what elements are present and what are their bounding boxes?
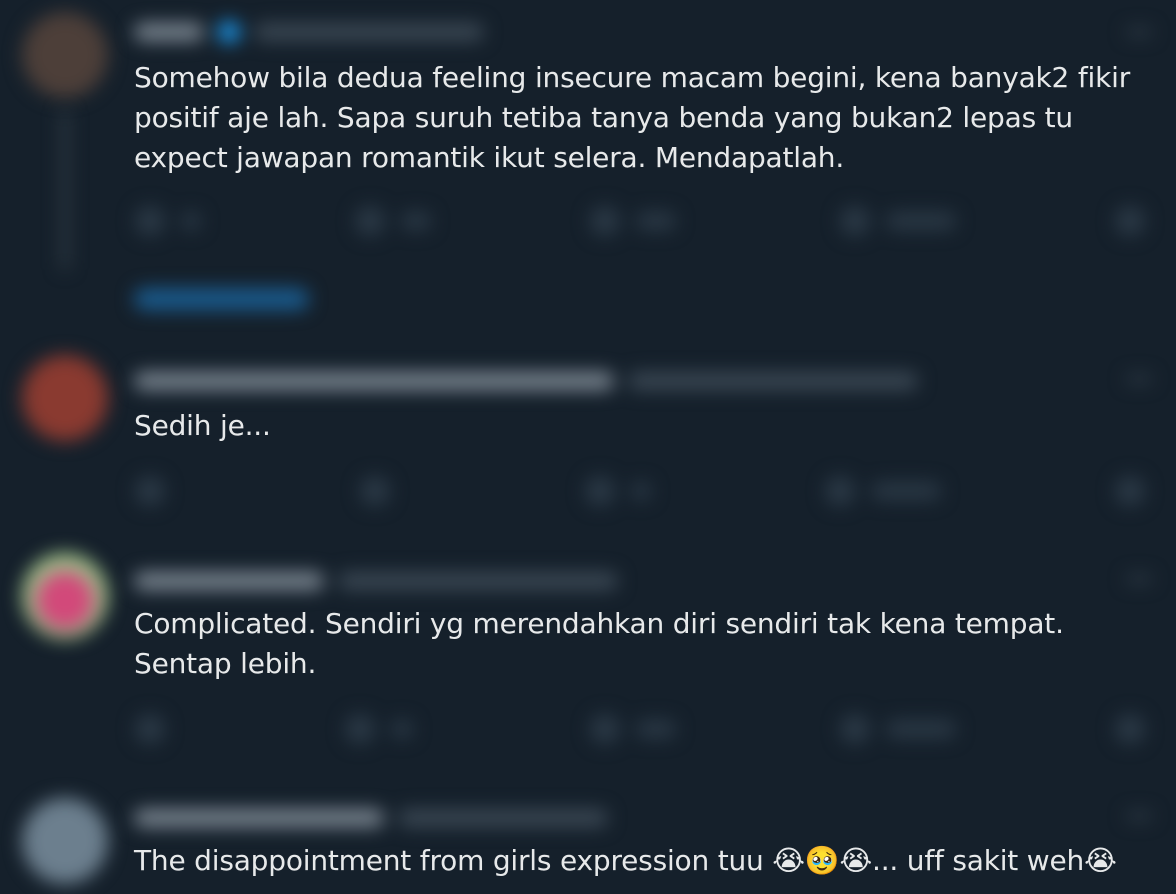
views-action[interactable]	[825, 475, 941, 507]
reply-text-end: ... uff sakit weh	[872, 844, 1085, 877]
reply-header[interactable]	[134, 567, 618, 595]
heart-icon	[585, 476, 615, 506]
display-name[interactable]	[134, 23, 204, 41]
repost-count	[401, 212, 431, 230]
handle-and-time	[628, 372, 918, 390]
views-icon	[840, 714, 870, 744]
share-icon	[1115, 206, 1145, 236]
crying-emoji: 😭	[1084, 844, 1117, 877]
action-bar	[130, 205, 1160, 245]
heart-icon	[590, 206, 620, 236]
views-icon	[825, 476, 855, 506]
share-icon	[1115, 476, 1145, 506]
avatar[interactable]	[22, 798, 108, 884]
more-options-icon[interactable]	[1126, 812, 1152, 820]
avatar[interactable]	[22, 553, 108, 639]
more-options-icon[interactable]	[1126, 28, 1152, 36]
repost-icon	[345, 714, 375, 744]
reply-icon	[135, 476, 165, 506]
thread-line	[62, 110, 68, 270]
like-action[interactable]	[590, 713, 676, 745]
reply-action[interactable]	[135, 475, 165, 507]
crying-emoji-group: 😭🥹😭	[772, 844, 872, 877]
reply-count	[181, 212, 201, 230]
reply-text: Sedih je...	[134, 409, 271, 442]
action-bar	[130, 475, 1160, 515]
like-action[interactable]	[590, 205, 676, 237]
reply-1[interactable]: Somehow bila dedua feeling insecure maca…	[0, 0, 1176, 345]
display-name[interactable]	[134, 372, 614, 390]
repost-action[interactable]	[345, 713, 413, 745]
more-options-icon[interactable]	[1126, 575, 1152, 583]
repost-icon	[355, 206, 385, 236]
reply-text-start: The disappointment from girls expression…	[134, 844, 773, 877]
reply-header[interactable]	[134, 18, 484, 46]
views-icon	[840, 206, 870, 236]
reply-header[interactable]	[134, 804, 608, 832]
repost-count	[391, 720, 413, 738]
views-action[interactable]	[840, 713, 956, 745]
handle-and-time	[338, 572, 618, 590]
show-replies-link[interactable]	[134, 288, 309, 310]
views-action[interactable]	[840, 205, 956, 237]
like-count	[636, 212, 676, 230]
share-action[interactable]	[1115, 205, 1145, 237]
view-count	[886, 720, 956, 738]
handle-and-time	[398, 809, 608, 827]
like-action[interactable]	[585, 475, 651, 507]
action-bar	[130, 713, 1160, 753]
reply-action[interactable]	[135, 713, 165, 745]
like-count	[631, 482, 651, 500]
reply-3[interactable]: Complicated. Sendiri yg merendahkan diri…	[0, 545, 1176, 780]
reply-text: Somehow bila dedua feeling insecure maca…	[134, 61, 1131, 174]
reply-feed: Somehow bila dedua feeling insecure maca…	[0, 0, 1176, 894]
like-count	[636, 720, 676, 738]
reply-icon	[135, 714, 165, 744]
handle-and-time	[254, 23, 484, 41]
share-action[interactable]	[1115, 713, 1145, 745]
repost-action[interactable]	[355, 205, 431, 237]
reply-4[interactable]: The disappointment from girls expression…	[0, 780, 1176, 894]
more-options-icon[interactable]	[1126, 375, 1152, 383]
reply-icon	[135, 206, 165, 236]
avatar[interactable]	[22, 355, 108, 441]
avatar[interactable]	[22, 12, 108, 98]
display-name[interactable]	[134, 572, 324, 590]
reply-2[interactable]: Sedih je...	[0, 345, 1176, 545]
heart-icon	[590, 714, 620, 744]
reply-header[interactable]	[134, 367, 918, 395]
reply-action[interactable]	[135, 205, 201, 237]
repost-action[interactable]	[360, 475, 390, 507]
verified-badge-icon	[218, 21, 240, 43]
share-action[interactable]	[1115, 475, 1145, 507]
view-count	[886, 212, 956, 230]
reply-text: The disappointment from girls expression…	[134, 841, 1159, 881]
view-count	[871, 482, 941, 500]
share-icon	[1115, 714, 1145, 744]
reply-text: Complicated. Sendiri yg merendahkan diri…	[134, 607, 1064, 680]
display-name[interactable]	[134, 809, 384, 827]
repost-icon	[360, 476, 390, 506]
